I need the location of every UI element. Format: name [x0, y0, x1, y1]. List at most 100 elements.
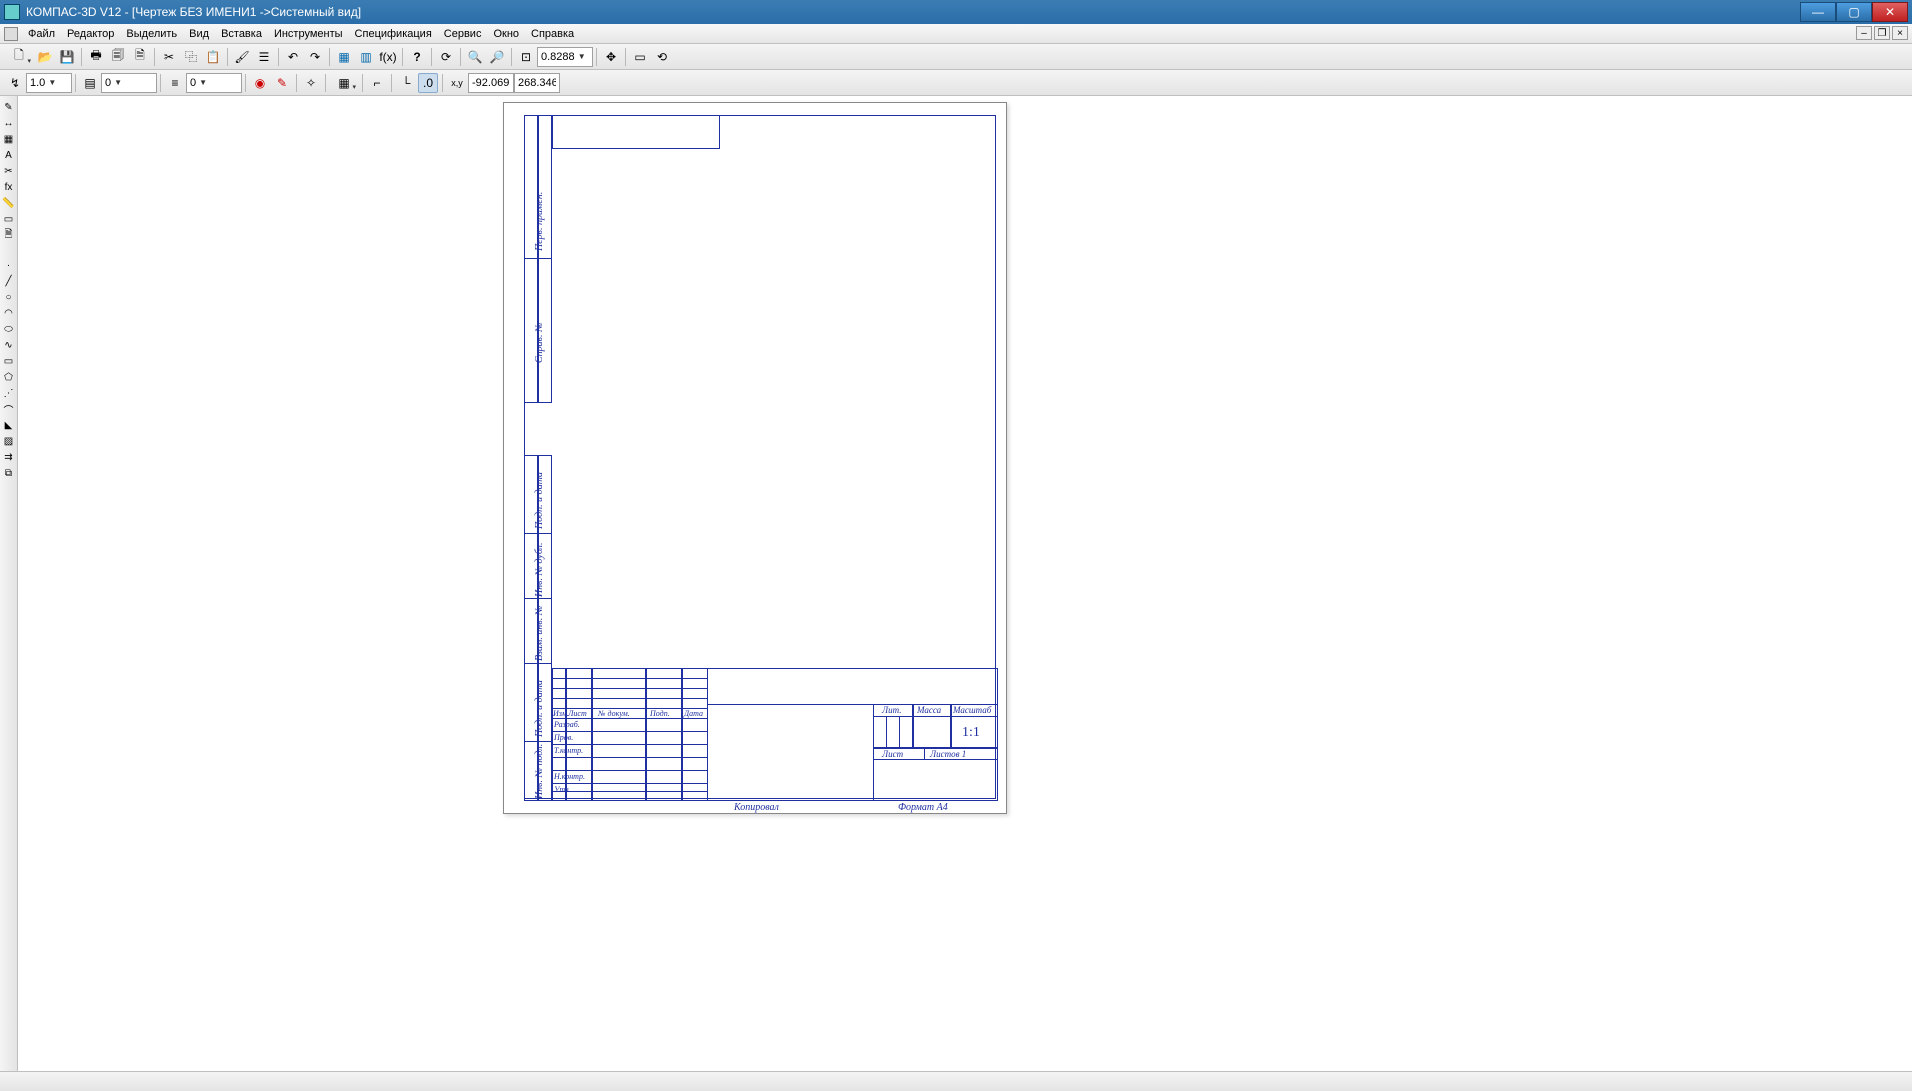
zoom-out-button[interactable]: 🔎 — [487, 47, 507, 67]
menu-spec[interactable]: Спецификация — [349, 26, 438, 42]
menu-select[interactable]: Выделить — [120, 26, 183, 42]
linestyle-button[interactable]: ≡ — [165, 73, 185, 93]
print-button[interactable]: 🖶 — [86, 47, 106, 67]
preview-button[interactable]: 🗐 — [108, 47, 128, 67]
create-button[interactable]: ✎ — [272, 73, 292, 93]
arc-tool[interactable]: ◠ — [2, 306, 16, 320]
geometry-tool[interactable]: ✎ — [2, 100, 16, 114]
params-tool[interactable]: fx — [2, 180, 16, 194]
tb-row — [552, 744, 708, 745]
menu-tools[interactable]: Инструменты — [268, 26, 349, 42]
menu-help[interactable]: Справка — [525, 26, 580, 42]
step-combo[interactable]: 1.0 ▼ — [26, 73, 72, 93]
copy-button[interactable]: ⿻ — [181, 47, 201, 67]
fillet-tool[interactable]: ⌒ — [2, 402, 16, 416]
separator — [160, 74, 161, 92]
window-zoom-button[interactable]: ▭ — [630, 47, 650, 67]
spline-tool[interactable]: ∿ — [2, 338, 16, 352]
collect-tool[interactable]: ⧉ — [2, 466, 16, 480]
tb-row-header — [552, 718, 708, 719]
tb-row — [552, 791, 708, 792]
lbl-list2: Лист — [882, 749, 903, 759]
properties-button[interactable]: ☰ — [254, 47, 274, 67]
close-button[interactable]: ✕ — [1872, 2, 1908, 22]
drawing-canvas[interactable]: Перв. примен. Справ. № Подп. и дата Инв.… — [18, 96, 1912, 1071]
mdi-restore[interactable]: ❐ — [1874, 26, 1890, 40]
coord-y-input[interactable] — [514, 73, 560, 93]
style-combo[interactable]: 0 ▼ — [186, 73, 242, 93]
open-button[interactable]: 📂 — [35, 47, 55, 67]
menu-bar: Файл Редактор Выделить Вид Вставка Инстр… — [0, 24, 1912, 44]
zoom-previous-button[interactable]: ⟲ — [652, 47, 672, 67]
rect-tool[interactable]: ▭ — [2, 354, 16, 368]
cursor-step-button[interactable]: ↯ — [5, 73, 25, 93]
quick-print-button[interactable]: 🗎 — [130, 47, 150, 67]
chevron-down-icon: ▼ — [196, 78, 210, 87]
lbl-prov: Пров. — [554, 733, 573, 742]
equidist-tool[interactable]: ⇉ — [2, 450, 16, 464]
layer-combo[interactable]: 0 ▼ — [101, 73, 157, 93]
cut-button[interactable]: ✂ — [159, 47, 179, 67]
template-button[interactable]: ▥ — [356, 47, 376, 67]
lbl-format: Формат A4 — [898, 802, 948, 813]
zoom-combo[interactable]: 0.8288 ▼ — [537, 47, 593, 67]
separator — [402, 48, 403, 66]
coord-x-input[interactable] — [468, 73, 514, 93]
ortho-button[interactable]: └ — [396, 73, 416, 93]
maximize-button[interactable]: ▢ — [1836, 2, 1872, 22]
layer-states-button[interactable]: ▤ — [80, 73, 100, 93]
mdi-minimize[interactable]: – — [1856, 26, 1872, 40]
text-tool[interactable]: A — [2, 148, 16, 162]
ellipse-tool[interactable]: ⬭ — [2, 322, 16, 336]
menu-insert[interactable]: Вставка — [215, 26, 268, 42]
snap-settings-button[interactable]: ✧ — [301, 73, 321, 93]
measure-tool[interactable]: 📏 — [2, 196, 16, 210]
menu-file[interactable]: Файл — [22, 26, 61, 42]
designation-tool[interactable]: ▦ — [2, 132, 16, 146]
chamfer-tool[interactable]: ◣ — [2, 418, 16, 432]
edit-tool[interactable]: ✂ — [2, 164, 16, 178]
menu-window[interactable]: Окно — [487, 26, 525, 42]
select-tool[interactable]: ▭ — [2, 212, 16, 226]
window-title: КОМПАС-3D V12 - [Чертеж БЕЗ ИМЕНИ1 ->Сис… — [26, 5, 1800, 19]
zoom-in-button[interactable]: 🔍 — [465, 47, 485, 67]
lbl-podp: Подп. — [650, 709, 670, 718]
hatch-tool[interactable]: ▨ — [2, 434, 16, 448]
poly-tool[interactable]: ⬠ — [2, 370, 16, 384]
format-painter-button[interactable]: 🖌 — [232, 47, 252, 67]
menu-edit[interactable]: Редактор — [61, 26, 120, 42]
undo-button[interactable]: ↶ — [283, 47, 303, 67]
variable-button[interactable]: f(x) — [378, 47, 398, 67]
save-button[interactable]: 💾 — [57, 47, 77, 67]
stop-button[interactable]: ◉ — [250, 73, 270, 93]
refresh-button[interactable]: ⟳ — [436, 47, 456, 67]
aux-line-tool[interactable]: ⋰ — [2, 386, 16, 400]
pan-button[interactable]: ✥ — [601, 47, 621, 67]
grid-button[interactable]: ▦ — [330, 73, 358, 93]
spec-tool[interactable]: 🗎 — [2, 228, 16, 242]
redo-button[interactable]: ↷ — [305, 47, 325, 67]
lbl-kopiroval: Копировал — [734, 802, 779, 813]
menu-service[interactable]: Сервис — [438, 26, 488, 42]
circle-tool[interactable]: ○ — [2, 290, 16, 304]
document-icon[interactable] — [4, 27, 18, 41]
round-button[interactable]: .0 — [418, 73, 438, 93]
paste-button[interactable]: 📋 — [203, 47, 223, 67]
lbl-massa: Масса — [917, 705, 941, 715]
help-button[interactable]: ? — [407, 47, 427, 67]
dims-tool[interactable]: ↔ — [2, 116, 16, 130]
lbl-inv-podl: Инв. № подл. — [534, 744, 545, 799]
mdi-close[interactable]: × — [1892, 26, 1908, 40]
line-tool[interactable]: ╱ — [2, 274, 16, 288]
tb-lit-div2 — [899, 716, 900, 748]
side-div-4 — [524, 663, 552, 664]
zoom-fit-button[interactable]: ⊡ — [516, 47, 536, 67]
local-cs-button[interactable]: ⌐ — [367, 73, 387, 93]
point-tool[interactable]: · — [2, 258, 16, 272]
tb-row — [552, 731, 708, 732]
new-button[interactable]: 🗋 — [5, 47, 33, 67]
menu-view[interactable]: Вид — [183, 26, 215, 42]
separator — [511, 48, 512, 66]
minimize-button[interactable]: — — [1800, 2, 1836, 22]
manager-button[interactable]: ▦ — [334, 47, 354, 67]
